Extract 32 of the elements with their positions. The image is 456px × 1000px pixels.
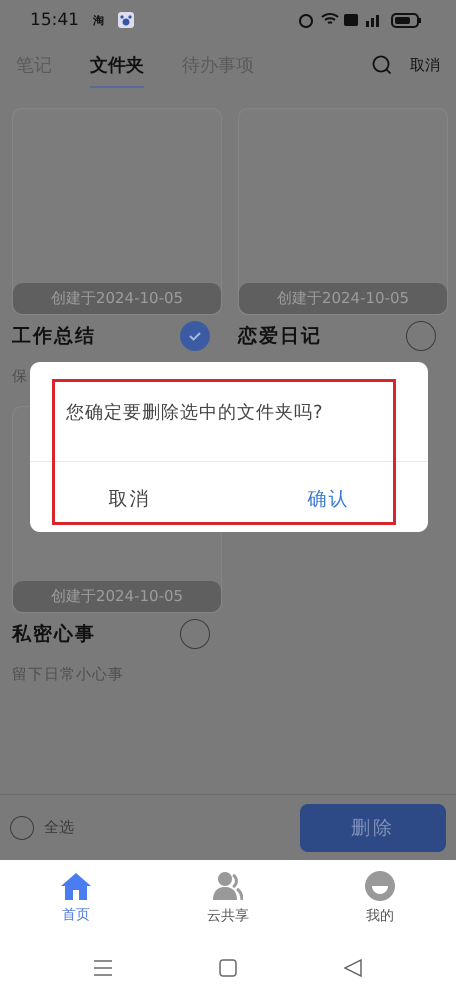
folder-thumbnail[interactable]: 创建于2024-10-05 xyxy=(12,108,222,315)
select-all-checkbox[interactable] xyxy=(10,816,34,840)
folder-title: 工作总结 xyxy=(12,324,96,349)
select-all-label: 全选 xyxy=(44,818,74,837)
folder-thumbnail[interactable]: 创建于2024-10-05 xyxy=(238,108,448,315)
square-icon[interactable] xyxy=(218,958,237,976)
back-icon[interactable] xyxy=(344,958,362,976)
menu-icon[interactable] xyxy=(94,958,112,976)
created-date: 创建于2024-10-05 xyxy=(50,289,184,308)
app-label: 淘 xyxy=(93,12,104,28)
folder-title: 恋爱日记 xyxy=(238,324,322,349)
paw-icon xyxy=(118,12,134,28)
tab[interactable]: 文件夹 xyxy=(90,40,144,90)
created-date: 创建于2024-10-05 xyxy=(50,587,184,606)
nav-label[interactable]: 我的 xyxy=(366,906,394,924)
nav-label[interactable]: 首页 xyxy=(62,906,90,924)
delete-button[interactable]: 删除 xyxy=(300,804,446,852)
folder-title: 私密心事 xyxy=(12,622,96,647)
checkbox[interactable] xyxy=(406,321,436,351)
nav-label[interactable]: 云共享 xyxy=(207,906,249,924)
dialog-cancel-button[interactable]: 取消 xyxy=(98,482,160,516)
checkbox[interactable] xyxy=(180,321,210,351)
status-time: 15:41 xyxy=(30,10,79,30)
people-icon xyxy=(213,870,243,900)
face-icon xyxy=(365,870,395,900)
cancel-link[interactable]: 取消 xyxy=(410,56,440,74)
created-date: 创建于2024-10-05 xyxy=(276,289,410,308)
home-icon xyxy=(60,872,92,900)
search-icon[interactable] xyxy=(372,55,392,75)
dialog-confirm-button[interactable]: 确认 xyxy=(298,482,360,516)
checkbox[interactable] xyxy=(180,619,210,649)
dialog-message: 您确定要删除选中的文件夹吗? xyxy=(30,362,428,462)
